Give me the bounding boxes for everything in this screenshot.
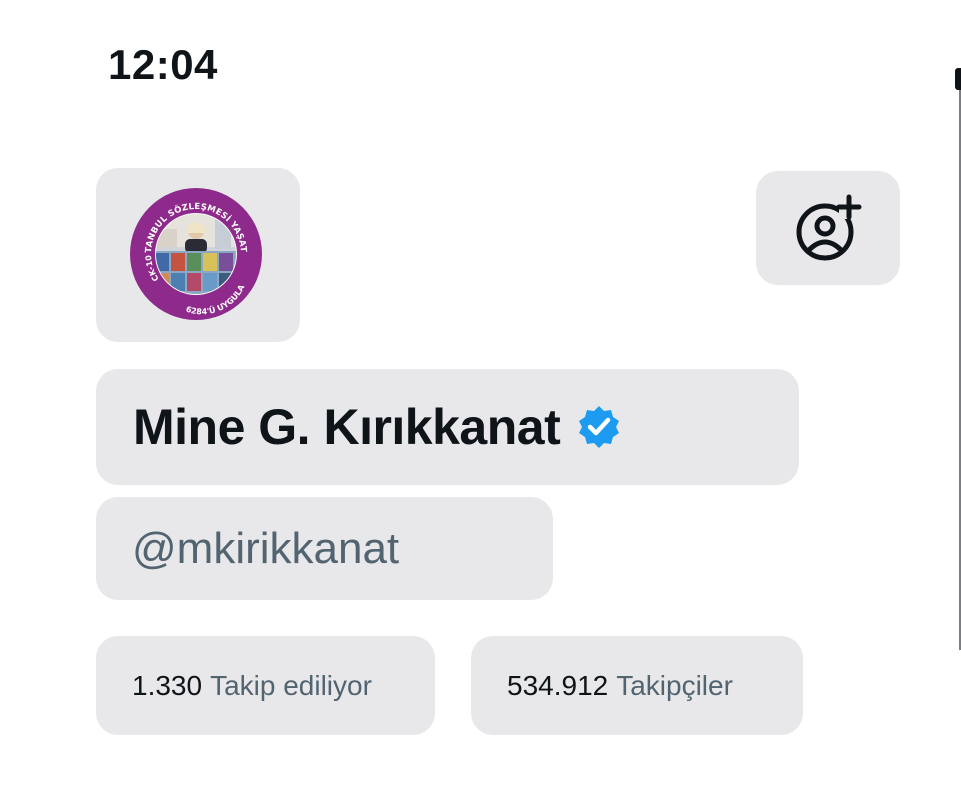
followers-stat[interactable]: 534.912 Takipçiler <box>471 636 803 735</box>
avatar[interactable]: İSTANBUL SÖZLEŞMESİ YAŞATIR TCK-103 6284… <box>129 187 263 321</box>
followers-count: 534.912 <box>507 669 609 701</box>
display-name: Mine G. Kırıkkanat <box>133 399 561 455</box>
followers-label: Takipçiler <box>616 669 733 701</box>
following-count: 1.330 <box>132 669 203 701</box>
add-user-icon <box>796 194 862 261</box>
display-name-container: Mine G. Kırıkkanat <box>96 369 799 485</box>
avatar-container: İSTANBUL SÖZLEŞMESİ YAŞATIR TCK-103 6284… <box>96 168 300 342</box>
status-bar-time: 12:04 <box>108 41 218 88</box>
handle-container: @mkirikkanat <box>96 497 553 600</box>
following-stat[interactable]: 1.330 Takip ediliyor <box>96 636 435 735</box>
avatar-image: İSTANBUL SÖZLEŞMESİ YAŞATIR TCK-103 6284… <box>129 187 262 320</box>
follow-button[interactable] <box>756 171 900 285</box>
scroll-indicator <box>955 68 961 90</box>
following-label: Takip ediliyor <box>210 669 372 701</box>
username-handle: @mkirikkanat <box>132 523 400 573</box>
verified-badge-icon[interactable] <box>576 404 622 450</box>
